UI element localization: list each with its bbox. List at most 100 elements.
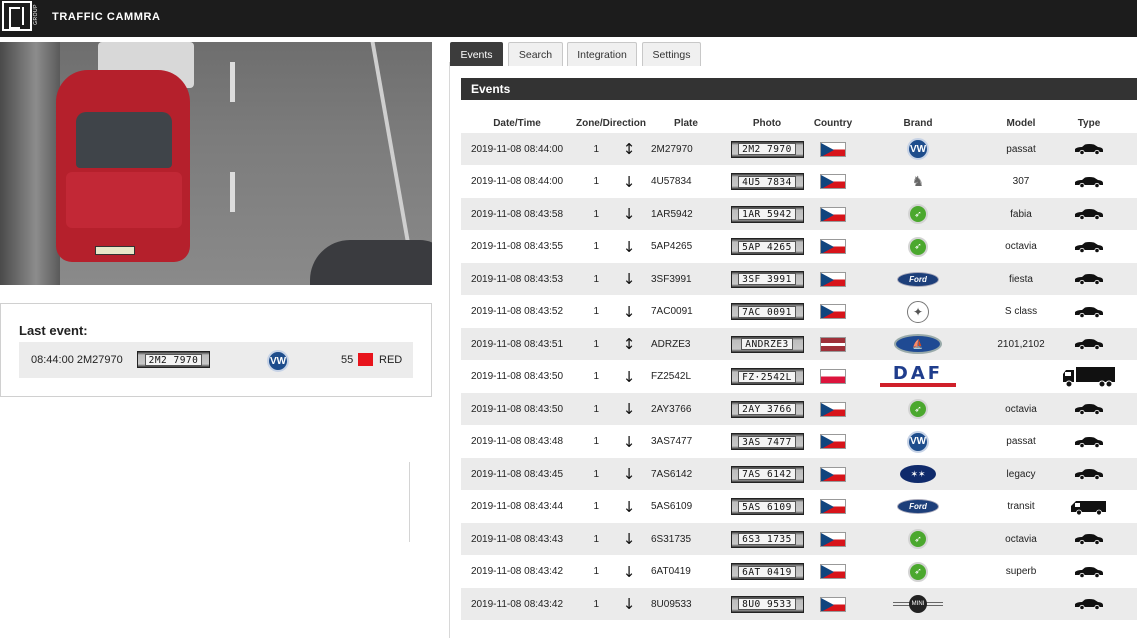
row-zone: 1 [593,338,599,350]
lv-flag-icon [820,336,846,352]
volkswagen-logo-icon: VW [267,350,289,372]
camera-lane-mark [230,172,235,212]
down-arrow-icon: ↓ [622,205,636,223]
last-event-title: Last event: [19,323,88,338]
row-model: fiesta [1009,273,1033,285]
table-row[interactable]: 2019-11-08 08:43:50 1 ↓ FZ2542L FZ·2542L DAF [461,360,1137,393]
row-datetime: 2019-11-08 08:44:00 [470,143,564,155]
plate-photo[interactable]: 3SF 3991 [730,270,804,288]
row-zone: 1 [593,436,599,447]
row-zone: 1 [593,501,599,512]
row-model [981,588,1061,620]
camera-license-plate [95,246,135,255]
row-model: legacy [1006,468,1036,480]
row-plate: 4U57834 [651,176,692,187]
row-photo[interactable]: 3SF 3991 [723,263,811,295]
row-photo[interactable]: 5AS 6109 [723,491,811,523]
table-row[interactable]: 2019-11-08 08:43:50 1 ↓ 2AY3766 2AY 3766 ➶ oct… [461,393,1137,425]
last-event-time-plate: 08:44:00 2M27970 [31,354,123,366]
plate-photo[interactable]: 2AY 3766 [730,400,804,418]
plate-photo-text: 3AS 7477 [738,435,796,448]
row-zone: 1 [593,403,599,415]
last-event-row[interactable]: 08:44:00 2M27970 2M2 7970 VW 55 RED [19,342,413,378]
row-photo[interactable]: 4U5 7834 [723,166,811,198]
row-model: octavia [1005,241,1037,252]
column-header-model[interactable]: Model [981,118,1061,129]
subaru-logo-icon: ✶✶ [900,465,936,483]
column-header-brand[interactable]: Brand [855,118,981,129]
plate-photo[interactable]: 3AS 7477 [730,433,804,450]
row-photo[interactable]: 6AT 0419 [723,556,811,588]
table-row[interactable]: 2019-11-08 08:43:42 1 ↓ 6AT0419 6AT 0419 ➶ sup… [461,555,1137,588]
plate-photo[interactable]: FZ·2542L [730,368,804,385]
tab-events[interactable]: Events [450,42,503,66]
skoda-logo-icon: ➶ [908,399,928,419]
tab-search[interactable]: Search [508,42,563,66]
row-photo[interactable]: 1AR 5942 [723,198,811,230]
table-row[interactable]: 2019-11-08 08:43:51 1 ↕ ADRZE3 ANDRZE3 ⛵ 2101,… [461,328,1137,360]
row-photo[interactable]: FZ·2542L [723,361,811,393]
logo-subtext: GROUP [33,4,39,25]
plate-photo-text: 6S3 1735 [738,533,796,545]
plate-photo[interactable]: ANDRZE3 [730,335,804,353]
plate-photo-text: 4U5 7834 [738,175,796,188]
peugeot-logo-icon: ♞ [911,173,925,189]
row-photo[interactable]: 2M2 7970 [723,133,811,165]
cz-flag-icon [820,531,846,547]
row-photo[interactable]: 6S3 1735 [723,523,811,555]
row-brand: ⛵ [855,328,981,360]
column-header-datetime[interactable]: Date/Time [461,118,573,129]
tab-integration[interactable]: Integration [567,42,637,66]
table-row[interactable]: 2019-11-08 08:43:53 1 ↓ 3SF3991 3SF 3991 Ford… [461,263,1137,295]
row-photo[interactable]: 7AS 6142 [723,458,811,490]
table-row[interactable]: 2019-11-08 08:43:43 1 ↓ 6S31735 6S3 1735 ➶ oct… [461,523,1137,555]
row-photo[interactable]: 8U0 9533 [723,588,811,620]
plate-photo[interactable]: 2M2 7970 [730,140,804,158]
tab-settings[interactable]: Settings [642,42,701,66]
column-header-photo[interactable]: Photo [723,118,811,129]
table-row[interactable]: 2019-11-08 08:43:55 1 ↓ 5AP4265 5AP 4265 ➶ oct… [461,230,1137,263]
table-row[interactable]: 2019-11-08 08:43:44 1 ↓ 5AS6109 5AS 6109 Ford… [461,490,1137,523]
plate-photo[interactable]: 8U0 9533 [730,595,804,613]
row-datetime: 2019-11-08 08:43:52 [470,306,564,317]
row-country [811,458,855,490]
column-header-type[interactable]: Type [1061,118,1117,129]
plate-photo[interactable]: 1AR 5942 [730,205,804,223]
row-photo[interactable]: 5AP 4265 [723,231,811,263]
plate-photo[interactable]: 5AP 4265 [730,238,804,255]
column-header-country[interactable]: Country [811,118,855,129]
row-photo[interactable]: 2AY 3766 [723,393,811,425]
table-row[interactable]: 2019-11-08 08:44:00 1 ↓ 4U57834 4U5 7834 ♞ 307 [461,165,1137,198]
table-row[interactable]: 2019-11-08 08:43:52 1 ↓ 7AC0091 7AC 0091 ✦ S c… [461,295,1137,328]
plate-photo[interactable]: 6AT 0419 [730,563,804,580]
plate-photo[interactable]: 4U5 7834 [730,173,804,190]
van-type-icon [1061,491,1117,523]
plate-photo[interactable]: 7AS 6142 [730,465,804,483]
row-datetime: 2019-11-08 08:43:43 [470,533,564,545]
column-header-plate[interactable]: Plate [649,118,723,129]
table-row[interactable]: 2019-11-08 08:44:00 1 ↕ 2M27970 2M2 7970 VW pa… [461,133,1137,165]
camera-view[interactable] [0,42,432,285]
last-event-brand: VW [267,350,289,372]
plate-photo[interactable]: 6S3 1735 [730,530,804,548]
table-row[interactable]: 2019-11-08 08:43:48 1 ↓ 3AS7477 3AS 7477 VW pa… [461,425,1137,458]
row-brand: Ford [855,491,981,523]
row-brand: ♞ [855,166,981,198]
table-row[interactable]: 2019-11-08 08:43:58 1 ↓ 1AR5942 1AR 5942 ➶ fab… [461,198,1137,230]
row-photo[interactable]: 3AS 7477 [723,426,811,458]
last-event-plate-photo[interactable]: 2M2 7970 [137,351,210,368]
row-zone: 1 [593,176,599,187]
row-photo[interactable]: 7AC 0091 [723,296,811,328]
table-row[interactable]: 2019-11-08 08:43:45 1 ↓ 7AS6142 7AS 6142 ✶✶ le… [461,458,1137,490]
plate-photo[interactable]: 5AS 6109 [730,498,804,515]
cz-flag-icon [820,401,846,417]
row-model: transit [1007,501,1035,512]
content-border [449,62,450,638]
row-photo[interactable]: ANDRZE3 [723,328,811,360]
plate-photo[interactable]: 7AC 0091 [730,303,804,320]
table-row[interactable]: 2019-11-08 08:43:42 1 ↓ 8U09533 8U0 9533 MINI [461,588,1137,620]
row-brand: ➶ [855,523,981,555]
row-zone: 1 [593,533,599,545]
panel-divider [409,462,410,542]
column-header-zone[interactable]: Zone/Direction [573,118,649,129]
